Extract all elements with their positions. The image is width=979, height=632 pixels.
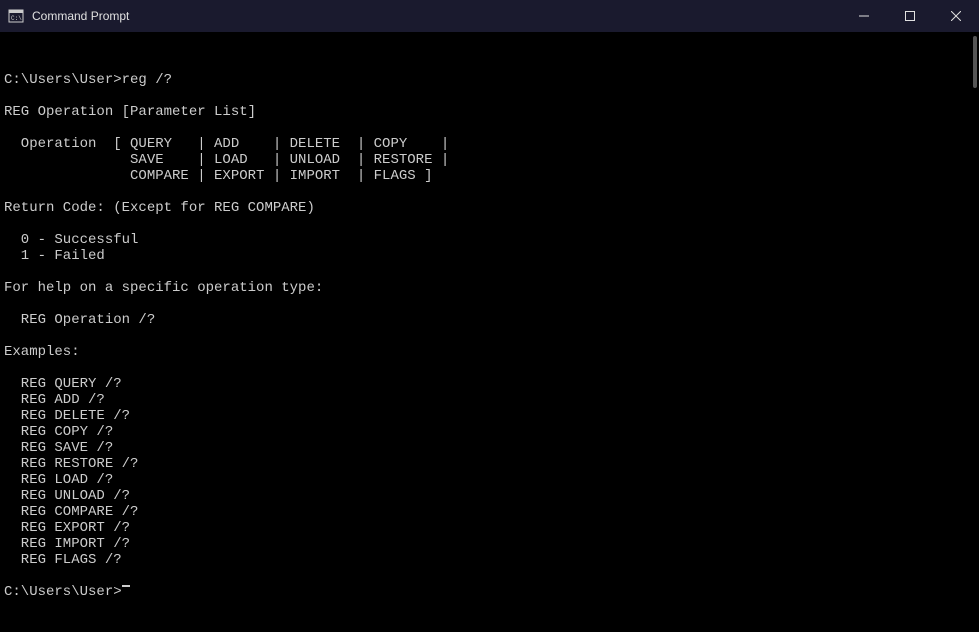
close-button[interactable] — [933, 0, 979, 32]
output-line: REG RESTORE /? — [4, 456, 975, 472]
svg-text:C:\: C:\ — [11, 15, 22, 22]
window-title: Command Prompt — [32, 9, 129, 23]
scrollbar-track[interactable] — [969, 32, 979, 578]
prompt-line: C:\Users\User>reg /? — [4, 72, 975, 88]
output-line: 1 - Failed — [4, 248, 975, 264]
scrollbar-thumb[interactable] — [973, 36, 977, 88]
output-line: SAVE | LOAD | UNLOAD | RESTORE | — [4, 152, 975, 168]
output-line — [4, 328, 975, 344]
output-line: REG FLAGS /? — [4, 552, 975, 568]
terminal-output: C:\Users\User>reg /? REG Operation [Para… — [4, 72, 975, 600]
terminal-viewport[interactable]: C:\Users\User>reg /? REG Operation [Para… — [0, 32, 979, 578]
output-line — [4, 216, 975, 232]
output-line — [4, 184, 975, 200]
output-line: REG IMPORT /? — [4, 536, 975, 552]
output-line: REG SAVE /? — [4, 440, 975, 456]
output-line — [4, 88, 975, 104]
prompt-text: C:\Users\User> — [4, 584, 122, 600]
output-line: REG QUERY /? — [4, 376, 975, 392]
window-titlebar[interactable]: C:\ Command Prompt — [0, 0, 979, 32]
maximize-button[interactable] — [887, 0, 933, 32]
minimize-button[interactable] — [841, 0, 887, 32]
output-line: Return Code: (Except for REG COMPARE) — [4, 200, 975, 216]
output-line: REG EXPORT /? — [4, 520, 975, 536]
output-line: REG LOAD /? — [4, 472, 975, 488]
output-line — [4, 360, 975, 376]
output-line: REG COMPARE /? — [4, 504, 975, 520]
output-line: For help on a specific operation type: — [4, 280, 975, 296]
output-line — [4, 264, 975, 280]
output-line — [4, 120, 975, 136]
current-prompt-line[interactable]: C:\Users\User> — [4, 584, 975, 600]
output-line: REG COPY /? — [4, 424, 975, 440]
output-line: REG ADD /? — [4, 392, 975, 408]
output-line: REG Operation [Parameter List] — [4, 104, 975, 120]
output-line: Examples: — [4, 344, 975, 360]
output-line — [4, 568, 975, 584]
app-icon: C:\ — [8, 8, 24, 24]
text-cursor — [122, 585, 130, 587]
output-line: COMPARE | EXPORT | IMPORT | FLAGS ] — [4, 168, 975, 184]
output-line: REG Operation /? — [4, 312, 975, 328]
output-line: 0 - Successful — [4, 232, 975, 248]
output-line: REG DELETE /? — [4, 408, 975, 424]
window-controls — [841, 0, 979, 32]
output-line — [4, 296, 975, 312]
output-line: Operation [ QUERY | ADD | DELETE | COPY … — [4, 136, 975, 152]
output-line: REG UNLOAD /? — [4, 488, 975, 504]
